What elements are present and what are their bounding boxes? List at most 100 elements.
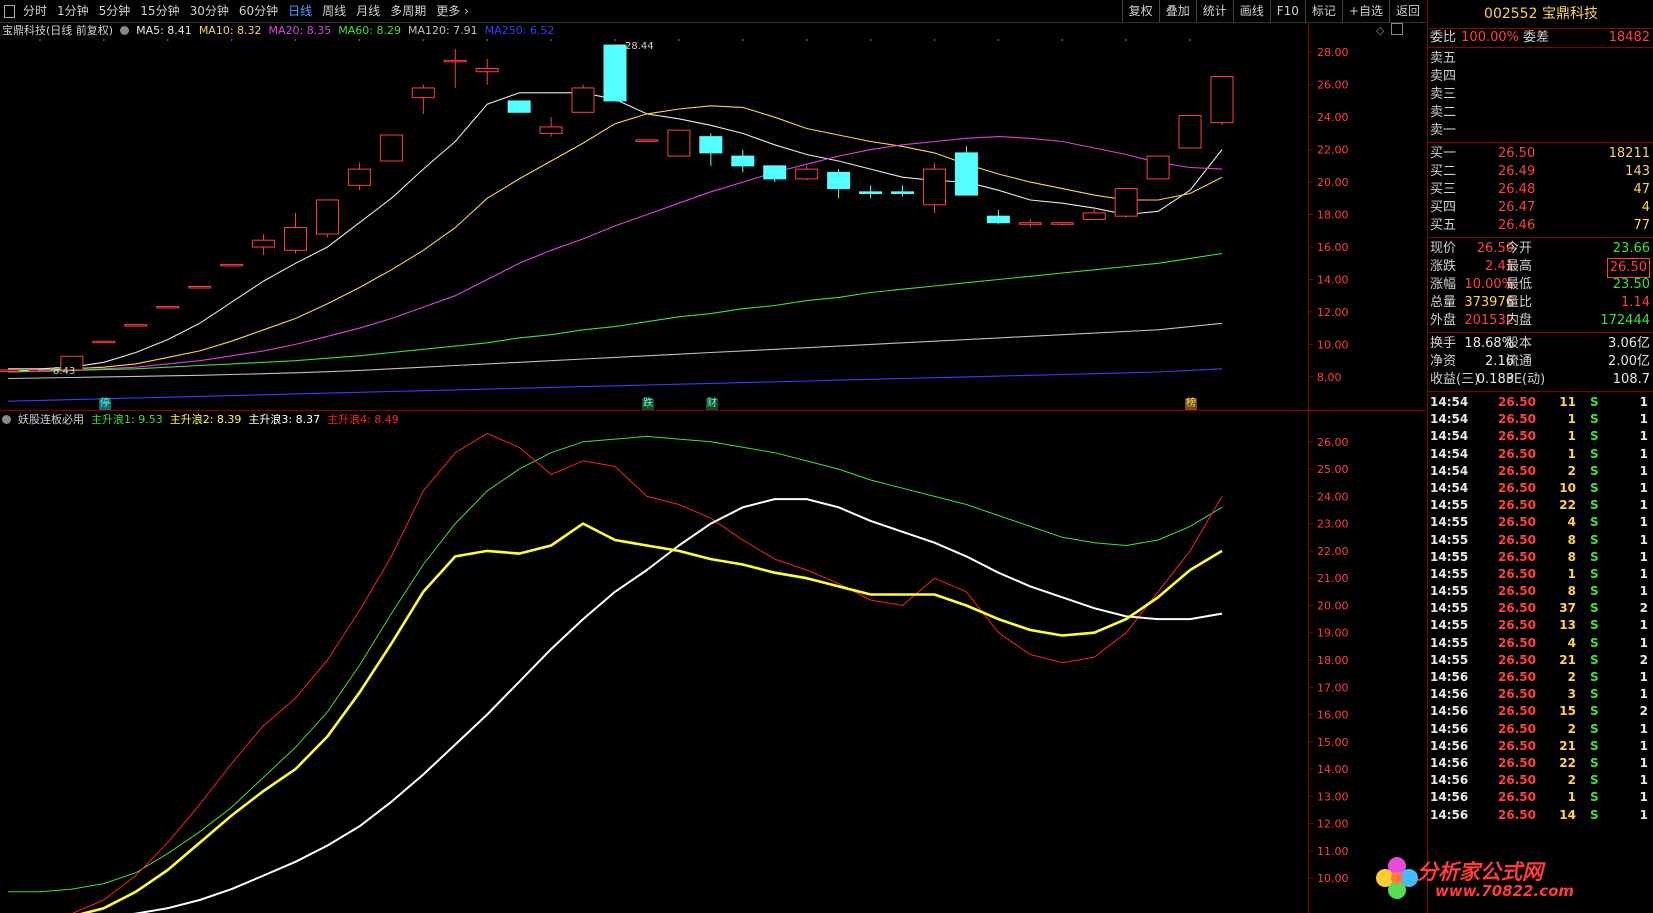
tick-count: 1	[1639, 687, 1648, 702]
ma10-value: MA10: 8.32	[198, 23, 262, 37]
ask-row[interactable]: 卖五	[1428, 50, 1653, 68]
indicator-axis-label: 25.00	[1317, 463, 1349, 476]
tick-row: 14:56 26.50 3 S 1	[1428, 686, 1653, 703]
tick-price: 26.50	[1498, 532, 1536, 547]
tick-side: S	[1590, 566, 1599, 581]
bid-label: 买一	[1430, 146, 1457, 161]
price-axis-label: 8.00	[1317, 371, 1342, 384]
tick-time: 14:54	[1430, 395, 1469, 409]
top-marker-dot	[486, 39, 489, 41]
top-marker-dot	[677, 39, 680, 41]
fundamental-row: 收益(三) 0.183 PE(动) 108.7	[1428, 371, 1653, 389]
tick-count: 1	[1639, 773, 1648, 788]
tick-price: 26.50	[1498, 704, 1536, 719]
candle-body	[188, 285, 212, 289]
candle-body	[284, 227, 308, 251]
tick-side: S	[1590, 635, 1599, 650]
tick-price: 26.50	[1498, 429, 1536, 444]
candle-body	[635, 139, 659, 142]
price-axis-label: 14.00	[1317, 273, 1349, 286]
price-axis-label: 20.00	[1317, 176, 1349, 189]
indicator-axis-label: 10.00	[1317, 872, 1349, 885]
tick-time: 14:55	[1430, 515, 1469, 530]
tick-volume: 2	[1567, 463, 1576, 478]
bid-list: 买一 26.50 18211 买二 26.49 143 买三 26.48 47 买四 26.47 4 买…	[1428, 143, 1653, 235]
ask-list: 卖五 卖四卖三卖二 卖一	[1428, 48, 1653, 140]
ma-line-ma250	[7, 368, 1223, 402]
fundamental-row: 换手 18.68% 股本 3.06亿	[1428, 335, 1653, 353]
indicator-axis-label: 18.00	[1317, 654, 1349, 667]
indicator-axis-label: 11.00	[1317, 845, 1349, 858]
stat-value: 1.14	[1621, 295, 1650, 310]
top-marker-dot	[550, 39, 553, 41]
window-restore-icon[interactable]	[1391, 23, 1403, 35]
wave-line-4	[72, 433, 1223, 913]
tick-price: 26.50	[1498, 807, 1536, 822]
tick-volume: 14	[1559, 807, 1576, 822]
price-axis-label: 12.00	[1317, 306, 1349, 319]
tick-row: 14:54 26.50 11 S 1	[1428, 394, 1653, 411]
top-marker-dot	[422, 39, 425, 41]
tick-time: 14:56	[1430, 670, 1469, 684]
event-tag-2[interactable]: 财	[705, 398, 718, 410]
settings-circle-icon[interactable]	[120, 25, 130, 35]
tick-list[interactable]: 14:54 26.50 11 S 1 14:54 26.50 1 S 1 14:54 26.50 1 S 1…	[1428, 392, 1653, 824]
indicator-axis-label: 26.00	[1317, 436, 1349, 449]
tick-price: 26.50	[1498, 515, 1536, 530]
ask-row[interactable]: 卖二	[1428, 104, 1653, 122]
bid-row[interactable]: 买五 26.46 77	[1428, 217, 1653, 235]
candle-body	[1146, 155, 1170, 180]
event-tag-0[interactable]: 停	[98, 398, 111, 410]
ask-label: 卖四	[1430, 69, 1457, 84]
candle-body	[954, 152, 978, 196]
candle-body	[220, 263, 244, 267]
bid-volume: 47	[1633, 182, 1650, 197]
tick-time: 14:55	[1430, 498, 1469, 513]
stock-code-name: 002552 宝鼎科技	[1428, 0, 1653, 29]
tick-count: 1	[1639, 446, 1648, 461]
bid-price: 26.48	[1498, 182, 1536, 197]
bid-volume: 143	[1625, 164, 1650, 179]
bid-row[interactable]: 买四 26.47 4	[1428, 199, 1653, 217]
tick-row: 14:56 26.50 21 S 1	[1428, 738, 1653, 755]
tick-side: S	[1590, 618, 1599, 633]
tick-side: S	[1590, 515, 1599, 530]
tick-price: 26.50	[1498, 738, 1536, 753]
tick-side: S	[1590, 463, 1599, 478]
tick-price: 26.50	[1498, 480, 1536, 495]
ask-row[interactable]: 卖三	[1428, 86, 1653, 104]
bid-label: 买三	[1430, 182, 1457, 197]
weibi-value: 100.00%	[1461, 30, 1519, 45]
price-axis-label: 10.00	[1317, 338, 1349, 351]
candle-body	[891, 191, 915, 194]
tick-side: S	[1590, 532, 1599, 547]
candle-body	[379, 134, 403, 162]
indicator-axis-label: 22.00	[1317, 545, 1349, 558]
bid-row[interactable]: 买一 26.50 18211	[1428, 145, 1653, 163]
event-tag-1[interactable]: 跌	[641, 398, 654, 410]
top-marker-dot	[997, 39, 1000, 41]
tick-side: S	[1590, 704, 1599, 719]
stat-label: 内盘	[1506, 313, 1533, 328]
tick-volume: 21	[1559, 652, 1576, 667]
ask-row[interactable]: 卖四	[1428, 68, 1653, 86]
kline-chart[interactable]: 28.00 26.00 24.00 22.00 20.00 18.00 16.00 14.00…	[0, 0, 1426, 913]
indicator-settings-icon[interactable]	[2, 414, 11, 424]
wave-line-1	[8, 435, 1223, 893]
indicator-axis-label: 19.00	[1317, 627, 1349, 640]
top-marker-dot	[358, 39, 361, 41]
tick-row: 14:54 26.50 2 S 1	[1428, 463, 1653, 480]
ask-row[interactable]: 卖一	[1428, 122, 1653, 140]
bid-row[interactable]: 买二 26.49 143	[1428, 163, 1653, 181]
diamond-icon[interactable]: ◇	[1376, 24, 1384, 37]
stat-label: 量比	[1506, 295, 1533, 310]
ask-label: 卖三	[1430, 87, 1457, 102]
event-tag-3[interactable]: 榜	[1185, 398, 1198, 410]
quote-panel: 002552 宝鼎科技 委比 100.00% 委差 18482 卖五 卖四 卖三 卖二…	[1427, 0, 1653, 913]
candle-body	[347, 168, 371, 186]
tick-price: 26.50	[1498, 395, 1536, 409]
bid-row[interactable]: 买三 26.48 47	[1428, 181, 1653, 199]
tick-volume: 2	[1567, 670, 1576, 684]
tick-count: 1	[1639, 395, 1648, 409]
candle-body	[443, 59, 467, 63]
